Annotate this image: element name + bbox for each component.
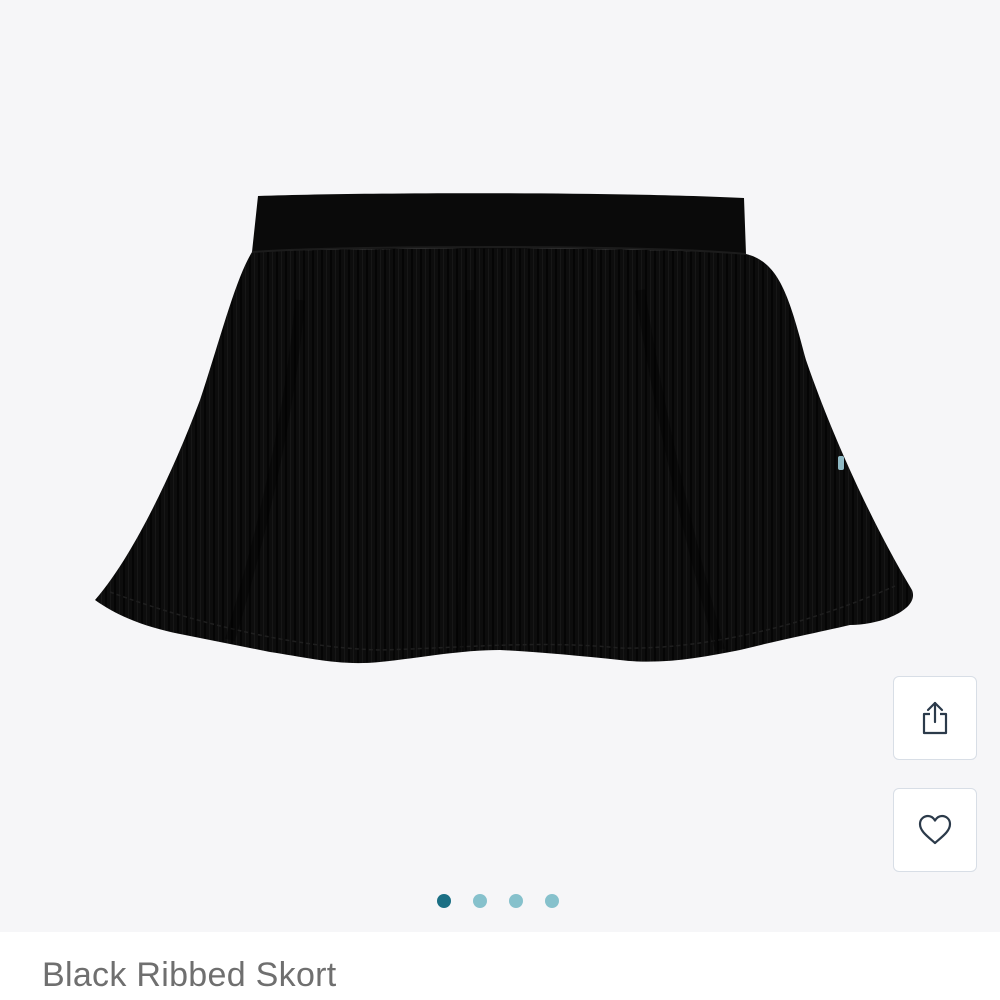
favorite-button[interactable] bbox=[893, 788, 977, 872]
product-image bbox=[95, 193, 914, 664]
share-icon bbox=[922, 701, 948, 735]
pager-dot-4[interactable] bbox=[545, 894, 559, 908]
pager-dot-2[interactable] bbox=[473, 894, 487, 908]
product-title: Black Ribbed Skort bbox=[42, 956, 337, 994]
pager-dot-3[interactable] bbox=[509, 894, 523, 908]
heart-icon bbox=[918, 814, 952, 845]
image-pager bbox=[0, 894, 1000, 910]
product-image-gallery[interactable] bbox=[0, 0, 1000, 932]
share-button[interactable] bbox=[893, 676, 977, 760]
pager-dot-1[interactable] bbox=[437, 894, 451, 908]
skirt-body bbox=[95, 248, 914, 664]
skirt-waistband bbox=[252, 193, 746, 254]
